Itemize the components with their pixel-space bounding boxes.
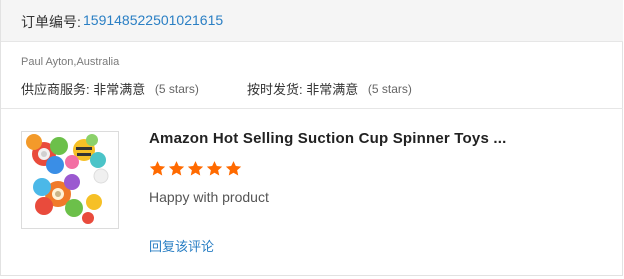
product-thumbnail[interactable]: [21, 131, 119, 229]
star-icon: [187, 161, 204, 176]
shipping-value: 非常满意: [306, 82, 359, 97]
product-title[interactable]: Amazon Hot Selling Suction Cup Spinner T…: [149, 130, 506, 147]
star-icon: [168, 161, 185, 176]
supplier-service-label: 供应商服务:: [21, 82, 90, 97]
shipping-rating: 按时发货: 非常满意 (5 stars): [247, 79, 412, 98]
supplier-service-value: 非常满意: [93, 82, 146, 97]
star-icon: [225, 161, 242, 176]
review-comment: Happy with product: [149, 189, 269, 205]
order-header: 订单编号: 15914852250102161​5: [1, 0, 623, 42]
order-number-label: 订单编号:: [21, 14, 81, 30]
shipping-label: 按时发货:: [247, 82, 303, 97]
buyer-name-location: Paul Ayton,Australia: [21, 56, 120, 68]
star-icon: [206, 161, 223, 176]
order-feedback-card: 订单编号: 15914852250102161​5 Paul Ayton,Aus…: [0, 0, 623, 276]
spinner-toy-image: [22, 132, 118, 228]
order-number-link[interactable]: 15914852250102161​5: [83, 12, 223, 28]
shipping-stars: (5 stars): [367, 81, 412, 96]
seller-rating-row: 供应商服务: 非常满意 (5 stars) 按时发货: 非常满意 (5 star…: [21, 79, 412, 98]
reply-to-review-link[interactable]: 回复该评论: [149, 236, 214, 255]
star-icon: [149, 161, 166, 176]
supplier-service-stars: (5 stars): [154, 81, 199, 96]
product-star-rating: [149, 160, 244, 180]
section-divider: [1, 108, 623, 109]
